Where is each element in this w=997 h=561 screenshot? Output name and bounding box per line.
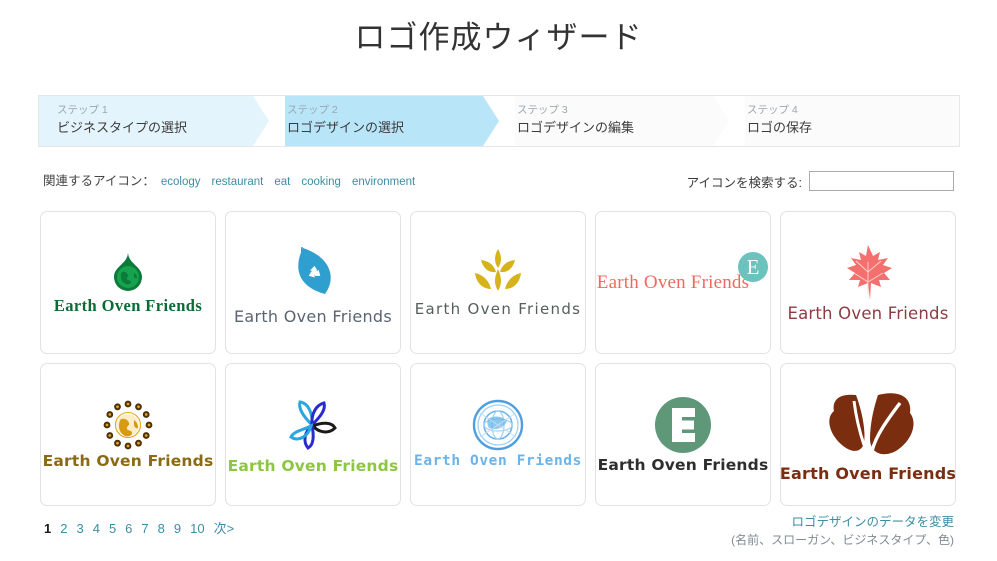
recycle-leaf-icon bbox=[298, 246, 331, 294]
pinwheel-leaves-icon bbox=[289, 400, 337, 450]
related-icons-row: 関連するアイコン： ecology restaurant eat cooking envi… bbox=[43, 172, 426, 191]
logo-preview-6: Earth Oven Friends bbox=[42, 366, 214, 503]
globe-orbit-icon bbox=[472, 400, 524, 451]
logo-name-1: Earth Oven Friends bbox=[53, 296, 203, 316]
logo-name-4: Earth Oven Friends bbox=[596, 271, 750, 293]
letter-e-circle-icon: E bbox=[738, 251, 769, 282]
logo-card-9[interactable]: Earth Oven Friends bbox=[595, 363, 771, 506]
logo-name-6: Earth Oven Friends bbox=[42, 451, 214, 470]
page-7-link[interactable]: 7 bbox=[141, 521, 148, 536]
step-indicator: ステップ 1 ビジネスタイプの選択 ステップ 2 ロゴデザインの選択 ステップ … bbox=[38, 95, 960, 147]
logo-preview-4: Earth Oven Friends E bbox=[597, 214, 769, 351]
logo-name-9: Earth Oven Friends bbox=[597, 455, 769, 474]
logo-preview-1: Earth Oven Friends bbox=[42, 214, 214, 351]
step-number-3: ステップ 3 bbox=[517, 104, 568, 116]
page-4-link[interactable]: 4 bbox=[93, 521, 100, 536]
logo-preview-2: Earth Oven Friends bbox=[227, 214, 399, 351]
logo-card-1[interactable]: Earth Oven Friends bbox=[40, 211, 216, 354]
logo-name-3: Earth Oven Friends bbox=[414, 300, 582, 319]
logo-preview-7: Earth Oven Friends bbox=[227, 366, 399, 503]
logo-card-3[interactable]: Earth Oven Friends bbox=[410, 211, 586, 354]
step-item-3[interactable]: ステップ 3 ロゴデザインの編集 bbox=[499, 96, 745, 146]
related-icons-label: 関連するアイコン： bbox=[43, 174, 155, 188]
logo-card-2[interactable]: Earth Oven Friends bbox=[225, 211, 401, 354]
edit-logo-data-link[interactable]: ロゴデザインのデータを変更 (名前、スローガン、ビジネスタイプ、色) bbox=[731, 513, 954, 549]
page-2-link[interactable]: 2 bbox=[60, 521, 67, 536]
logo-preview-10: Earth Oven Friends bbox=[780, 366, 956, 503]
tag-link-eat[interactable]: eat bbox=[274, 176, 290, 188]
globe-gear-ring-icon bbox=[103, 400, 153, 450]
step-label-4: ロゴの保存 bbox=[747, 120, 813, 135]
two-leaves-icon bbox=[829, 392, 914, 454]
maple-leaf-icon bbox=[847, 245, 892, 301]
logo-name-10: Earth Oven Friends bbox=[780, 463, 956, 483]
logo-grid: Earth Oven Friends Earth Oven Friends Ea… bbox=[40, 211, 958, 506]
page-title: ロゴ作成ウィザード bbox=[354, 20, 643, 55]
step-label-1: ビジネスタイプの選択 bbox=[57, 120, 188, 135]
logo-preview-8: Earth Oven Friends bbox=[412, 366, 584, 503]
step-item-2[interactable]: ステップ 2 ロゴデザインの選択 bbox=[269, 96, 515, 146]
letter-e-circle-bold-icon bbox=[655, 396, 711, 453]
page-8-link[interactable]: 8 bbox=[158, 521, 165, 536]
step-number-1: ステップ 1 bbox=[57, 104, 108, 116]
logo-card-6[interactable]: Earth Oven Friends bbox=[40, 363, 216, 506]
logo-name-8: Earth Oven Friends bbox=[414, 453, 582, 470]
svg-text:E: E bbox=[747, 255, 760, 279]
step-item-4[interactable]: ステップ 4 ロゴの保存 bbox=[729, 96, 959, 146]
logo-preview-5: Earth Oven Friends bbox=[782, 214, 954, 351]
step-label-3: ロゴデザインの編集 bbox=[517, 120, 635, 135]
search-input[interactable] bbox=[809, 171, 954, 191]
logo-name-2: Earth Oven Friends bbox=[233, 306, 393, 326]
step-item-1[interactable]: ステップ 1 ビジネスタイプの選択 bbox=[39, 96, 285, 146]
tag-link-ecology[interactable]: ecology bbox=[161, 176, 201, 188]
logo-card-10[interactable]: Earth Oven Friends bbox=[780, 363, 956, 506]
tag-link-environment[interactable]: environment bbox=[352, 176, 415, 188]
next-page-link[interactable]: 次> bbox=[214, 521, 235, 536]
logo-card-7[interactable]: Earth Oven Friends bbox=[225, 363, 401, 506]
logo-preview-9: Earth Oven Friends bbox=[597, 366, 769, 503]
icon-search-label: アイコンを検索する: bbox=[686, 175, 802, 190]
tag-link-restaurant[interactable]: restaurant bbox=[212, 176, 264, 188]
page-1-current[interactable]: 1 bbox=[44, 521, 51, 536]
step-number-2: ステップ 2 bbox=[287, 104, 338, 116]
logo-card-8[interactable]: Earth Oven Friends bbox=[410, 363, 586, 506]
page-9-link[interactable]: 9 bbox=[174, 521, 181, 536]
logo-preview-3: Earth Oven Friends bbox=[412, 214, 584, 351]
edit-logo-data-sublabel: (名前、スローガン、ビジネスタイプ、色) bbox=[731, 533, 954, 547]
wheat-sprout-icon bbox=[475, 249, 521, 292]
step-number-4: ステップ 4 bbox=[747, 104, 798, 116]
page-10-link[interactable]: 10 bbox=[190, 521, 204, 536]
logo-card-4[interactable]: Earth Oven Friends E bbox=[595, 211, 771, 354]
page-6-link[interactable]: 6 bbox=[125, 521, 132, 536]
page-5-link[interactable]: 5 bbox=[109, 521, 116, 536]
edit-logo-data-label[interactable]: ロゴデザインのデータを変更 bbox=[731, 513, 954, 531]
icon-search: アイコンを検索する: bbox=[687, 171, 954, 191]
logo-name-5: Earth Oven Friends bbox=[787, 304, 949, 324]
step-label-2: ロゴデザインの選択 bbox=[287, 120, 405, 135]
page-3-link[interactable]: 3 bbox=[76, 521, 83, 536]
logo-card-5[interactable]: Earth Oven Friends bbox=[780, 211, 956, 354]
globe-droplet-icon bbox=[114, 252, 142, 292]
logo-name-7: Earth Oven Friends bbox=[227, 456, 399, 475]
tag-link-cooking[interactable]: cooking bbox=[301, 176, 341, 188]
logo-wizard-page: ロゴ作成ウィザード ステップ 1 ビジネスタイプの選択 ステップ 2 ロゴデザイ… bbox=[0, 0, 997, 561]
pagination: 1 2 3 4 5 6 7 8 9 10 次> bbox=[44, 519, 243, 539]
